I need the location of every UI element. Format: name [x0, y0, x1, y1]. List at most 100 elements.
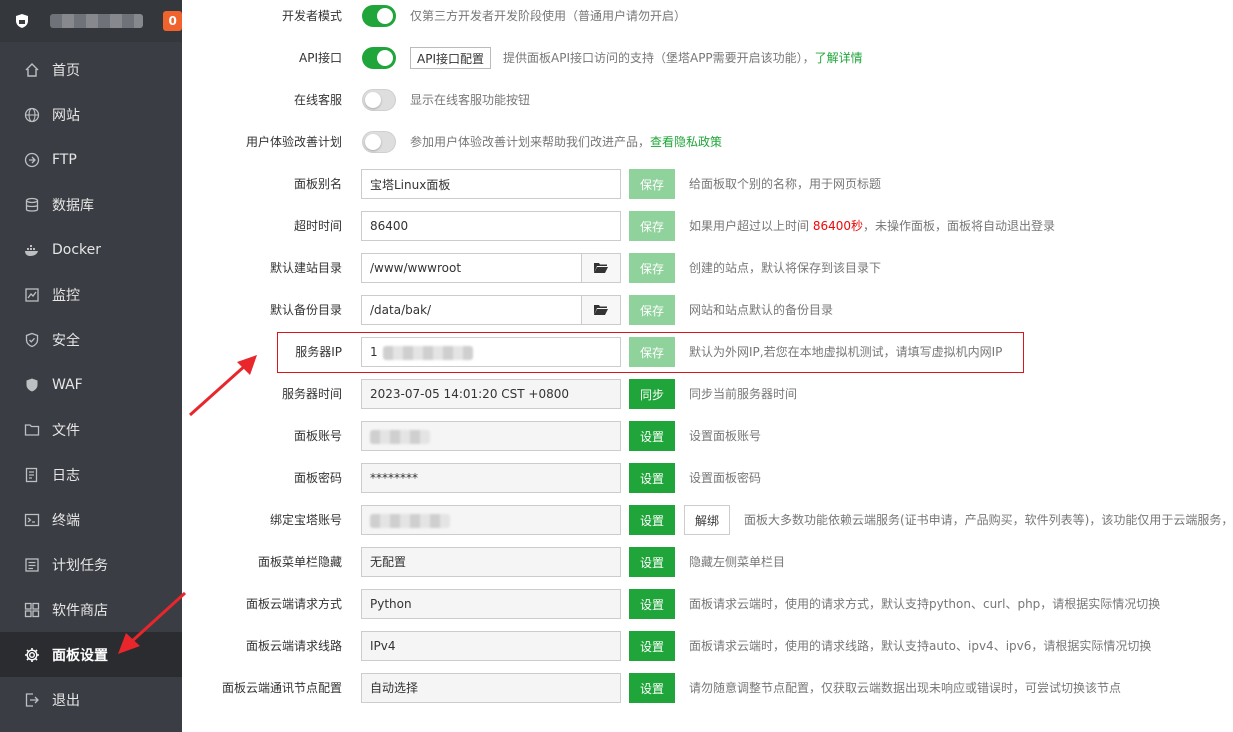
sidebar-item-label: 面板设置 [52, 647, 108, 664]
sidebar-item-label: Docker [52, 241, 102, 258]
setting-label: 超时时间 [293, 219, 342, 233]
folder-icon [24, 422, 40, 438]
bt-logo-icon [14, 13, 30, 29]
setting-backup-dir: 默认备份目录 保存 网站和站点默认的备份目录 [198, 294, 1233, 326]
sidebar-item[interactable]: 安全 [0, 317, 182, 362]
sidebar-item-label: 网站 [52, 107, 80, 124]
sidebar-item-label: FTP [52, 151, 77, 168]
unbind-button[interactable]: 解绑 [684, 505, 731, 535]
site-dir-save-button[interactable]: 保存 [629, 253, 675, 283]
log-icon [24, 467, 40, 483]
server-ip-save-button[interactable]: 保存 [629, 337, 675, 367]
setting-label: 开发者模式 [281, 9, 342, 23]
bind-account-set-button[interactable]: 设置 [629, 505, 675, 535]
schedule-icon [24, 557, 40, 573]
sidebar-item[interactable]: 首页 [0, 47, 182, 92]
setting-online-service: 在线客服 显示在线客服功能按钮 [198, 84, 1233, 116]
sidebar-item-label: 数据库 [52, 197, 94, 214]
ux-plan-toggle[interactable] [362, 131, 396, 153]
setting-label: 在线客服 [293, 93, 342, 107]
folder-open-icon[interactable] [582, 295, 621, 325]
sidebar-item-label: 安全 [52, 332, 80, 349]
sidebar-item[interactable]: WAF [0, 362, 182, 407]
setting-desc: 网站和站点默认的备份目录 [689, 303, 834, 317]
timeout-save-button[interactable]: 保存 [629, 211, 675, 241]
panel-password-set-button[interactable]: 设置 [629, 463, 675, 493]
sidebar-item-label: 首页 [52, 62, 80, 79]
backup-dir-input[interactable] [361, 295, 582, 325]
learn-more-link[interactable]: 了解详情 [815, 51, 863, 65]
sidebar-item[interactable]: 文件 [0, 407, 182, 452]
setting-desc: 仅第三方开发者开发阶段使用（普通用户请勿开启） [410, 9, 687, 23]
sidebar-item[interactable]: Docker [0, 227, 182, 272]
setting-label: 默认建站目录 [269, 261, 342, 275]
panel-alias-save-button[interactable]: 保存 [629, 169, 675, 199]
menu-hide-field: 无配置 [361, 547, 621, 577]
setting-panel-account: 面板账号 设置 设置面板账号 [198, 420, 1233, 452]
sidebar-item-label: 监控 [52, 287, 80, 304]
sidebar-item[interactable]: 日志 [0, 452, 182, 497]
monitor-icon [24, 287, 40, 303]
setting-label: 面板账号 [293, 429, 342, 443]
setting-server-time: 服务器时间 2023-07-05 14:01:20 CST +0800 同步 同… [198, 378, 1233, 410]
panel-password-field: ******** [361, 463, 621, 493]
sidebar-item-label: 终端 [52, 512, 80, 529]
menu-hide-set-button[interactable]: 设置 [629, 547, 675, 577]
setting-cloud-node: 面板云端通讯节点配置 自动选择 设置 请勿随意调整节点配置，仅获取云端数据出现未… [198, 672, 1233, 704]
setting-label: 面板密码 [293, 471, 342, 485]
setting-desc: 面板大多数功能依赖云端服务(证书申请，产品购买，软件列表等)，该功能仅用于云端服… [744, 513, 1233, 527]
terminal-icon [24, 512, 40, 528]
setting-desc: 隐藏左侧菜单栏目 [689, 555, 786, 569]
cloud-node-field: 自动选择 [361, 673, 621, 703]
logout-icon [24, 692, 40, 708]
setting-dev-mode: 开发者模式 仅第三方开发者开发阶段使用（普通用户请勿开启） [198, 0, 1233, 32]
cloud-node-set-button[interactable]: 设置 [629, 673, 675, 703]
sidebar-item[interactable]: 数据库 [0, 182, 182, 227]
folder-open-icon[interactable] [582, 253, 621, 283]
cloud-route-set-button[interactable]: 设置 [629, 631, 675, 661]
bind-account-field [361, 505, 621, 535]
bind-account-redacted [370, 513, 450, 528]
setting-label: 绑定宝塔账号 [269, 513, 342, 527]
setting-label: 面板云端通讯节点配置 [221, 681, 342, 695]
online-service-toggle[interactable] [362, 89, 396, 111]
home-icon [24, 62, 40, 78]
site-dir-input[interactable] [361, 253, 582, 283]
sidebar-item[interactable]: 终端 [0, 497, 182, 542]
panel-alias-input[interactable] [361, 169, 621, 199]
setting-cloud-method: 面板云端请求方式 Python 设置 面板请求云端时，使用的请求方式，默认支持p… [198, 588, 1233, 620]
sidebar-item[interactable]: 软件商店 [0, 587, 182, 632]
username-redacted[interactable] [50, 14, 144, 28]
panel-account-set-button[interactable]: 设置 [629, 421, 675, 451]
server-ip-redacted [383, 345, 474, 360]
setting-label: 默认备份目录 [269, 303, 342, 317]
dev-mode-toggle[interactable] [362, 5, 396, 27]
ftp-icon [24, 152, 40, 168]
timeout-input[interactable] [361, 211, 621, 241]
cloud-method-set-button[interactable]: 设置 [629, 589, 675, 619]
setting-menu-hide: 面板菜单栏隐藏 无配置 设置 隐藏左侧菜单栏目 [198, 546, 1233, 578]
setting-desc: 创建的站点，默认将保存到该目录下 [689, 261, 882, 275]
setting-desc: 设置面板账号 [689, 429, 762, 443]
docker-icon [24, 242, 40, 258]
sidebar-item[interactable]: 监控 [0, 272, 182, 317]
sidebar-item[interactable]: 退出 [0, 677, 182, 722]
sidebar-item[interactable]: 计划任务 [0, 542, 182, 587]
setting-desc: 默认为外网IP,若您在本地虚拟机测试，请填写虚拟机内网IP [689, 345, 1003, 359]
privacy-policy-link[interactable]: 查看隐私政策 [650, 135, 722, 149]
panel-settings-form: 开发者模式 仅第三方开发者开发阶段使用（普通用户请勿开启） API接口 API接… [198, 0, 1233, 732]
setting-timeout: 超时时间 保存 如果用户超过以上时间 86400秒，未操作面板，面板将自动退出登… [198, 210, 1233, 242]
waf-shield-icon [24, 377, 40, 393]
sync-time-button[interactable]: 同步 [629, 379, 675, 409]
backup-dir-save-button[interactable]: 保存 [629, 295, 675, 325]
sidebar-item[interactable]: FTP [0, 137, 182, 182]
api-config-button[interactable]: API接口配置 [410, 47, 491, 69]
sidebar-item[interactable]: 网站 [0, 92, 182, 137]
server-ip-input[interactable]: 1 [361, 337, 621, 367]
setting-desc: 请勿随意调整节点配置，仅获取云端数据出现未响应或错误时，可尝试切换该节点 [689, 681, 1122, 695]
sidebar-item[interactable]: 面板设置 [0, 632, 182, 677]
setting-desc: 面板请求云端时，使用的请求线路，默认支持auto、ipv4、ipv6，请根据实际… [689, 639, 1152, 653]
api-toggle[interactable] [362, 47, 396, 69]
notification-badge[interactable]: 0 [163, 11, 182, 31]
setting-label: 面板菜单栏隐藏 [257, 555, 342, 569]
